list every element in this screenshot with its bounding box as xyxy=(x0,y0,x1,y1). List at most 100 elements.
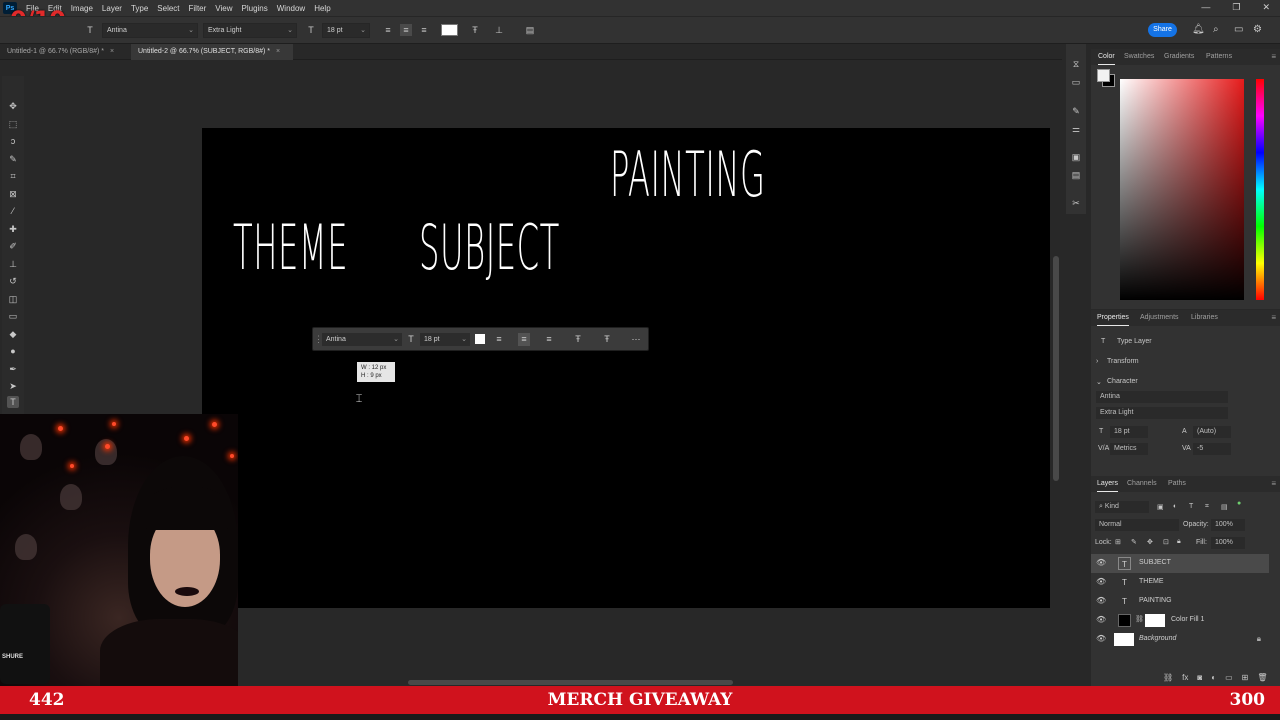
eraser-tool-icon[interactable]: ◫ xyxy=(7,293,19,305)
frame-tool-icon[interactable]: ⊠ xyxy=(7,188,19,200)
new-adjustment-icon[interactable]: ◐ xyxy=(1211,673,1216,682)
3d-icon[interactable]: ▤ xyxy=(524,24,536,36)
share-button[interactable]: Share xyxy=(1148,23,1177,37)
trash-icon[interactable]: 🗑︎ xyxy=(1257,673,1267,682)
filter-type-icon[interactable]: T xyxy=(1189,503,1193,510)
warp-text-icon[interactable]: Ŧ xyxy=(469,24,481,36)
color-picker-field[interactable] xyxy=(1120,79,1244,300)
menu-window[interactable]: Window xyxy=(277,4,305,13)
scroll-thumb[interactable] xyxy=(408,680,733,685)
character-section[interactable]: Character xyxy=(1107,378,1138,385)
blur-tool-icon[interactable]: ◆ xyxy=(7,328,19,340)
tab-untitled-2[interactable]: Untitled-2 @ 66.7% (SUBJECT, RGB/8#) * × xyxy=(131,44,293,60)
menu-image[interactable]: Image xyxy=(71,4,93,13)
type-options-icon[interactable]: Ŧ xyxy=(601,333,613,346)
menu-type[interactable]: Type xyxy=(131,4,148,13)
close-icon[interactable]: × xyxy=(110,48,114,55)
visibility-eye-icon[interactable]: 👁︎ xyxy=(1096,596,1106,605)
chevron-right-icon[interactable]: › xyxy=(1096,358,1098,365)
text-layer-painting[interactable]: PAINTING xyxy=(610,138,766,211)
history-brush-icon[interactable]: ↺ xyxy=(7,275,19,287)
path-select-icon[interactable]: ➤ xyxy=(7,380,19,392)
text-layer-theme[interactable]: THEME xyxy=(233,211,348,284)
text-layer-subject[interactable]: SUBJECT xyxy=(419,211,560,284)
menu-select[interactable]: Select xyxy=(157,4,179,13)
layer-background[interactable]: 👁︎ Background 🔒︎ xyxy=(1091,630,1269,649)
ctx-text-color-swatch[interactable] xyxy=(475,334,485,344)
quick-select-tool-icon[interactable]: ✎ xyxy=(7,153,19,165)
align-left-icon[interactable]: ≡ xyxy=(493,333,505,346)
hue-slider[interactable] xyxy=(1256,79,1264,300)
tab-swatches[interactable]: Swatches xyxy=(1124,49,1154,65)
prop-font-family-select[interactable]: Antina xyxy=(1096,391,1228,403)
layer-subject[interactable]: 👁︎ T SUBJECT xyxy=(1091,554,1269,573)
move-tool-icon[interactable]: ✥ xyxy=(7,100,19,112)
layer-painting[interactable]: 👁︎ T PAINTING xyxy=(1091,592,1269,611)
visibility-eye-icon[interactable]: 👁︎ xyxy=(1096,634,1106,643)
lock-position-icon[interactable]: ✥ xyxy=(1147,538,1153,546)
comments-icon[interactable]: ▭ xyxy=(1070,77,1082,89)
align-left-icon[interactable]: ≡ xyxy=(382,24,394,36)
tab-libraries[interactable]: Libraries xyxy=(1191,310,1218,326)
stamp-tool-icon[interactable]: ⊥ xyxy=(7,258,19,270)
glyphs-icon[interactable]: ▤ xyxy=(1070,170,1082,182)
visibility-eye-icon[interactable]: 👁︎ xyxy=(1096,577,1106,586)
lock-transparent-icon[interactable]: ⊞ xyxy=(1115,538,1121,546)
font-family-select[interactable]: Antina ⌄ xyxy=(102,23,198,38)
minimize-icon[interactable]: — xyxy=(1201,2,1210,13)
layer-color-fill-1[interactable]: 👁︎ ⛓ Color Fill 1 xyxy=(1091,611,1269,630)
healing-brush-icon[interactable]: ✚ xyxy=(7,223,19,235)
new-group-icon[interactable]: ▭ xyxy=(1225,673,1233,682)
crop-tool-icon[interactable]: ⌗ xyxy=(7,170,19,182)
fill-input[interactable]: 100% xyxy=(1211,537,1245,549)
layer-theme[interactable]: 👁︎ T THEME xyxy=(1091,573,1269,592)
filter-shape-icon[interactable]: ⌗ xyxy=(1205,503,1209,511)
blend-mode-select[interactable]: Normal xyxy=(1095,519,1179,531)
foreground-color-swatch[interactable] xyxy=(1097,69,1110,82)
visibility-eye-icon[interactable]: 👁︎ xyxy=(1096,615,1106,624)
menu-layer[interactable]: Layer xyxy=(102,4,122,13)
font-size-select[interactable]: 18 pt ⌄ xyxy=(322,23,370,38)
brush-settings-icon[interactable]: ✎ xyxy=(1070,106,1082,118)
tab-adjustments[interactable]: Adjustments xyxy=(1140,310,1179,326)
visibility-eye-icon[interactable]: 👁︎ xyxy=(1096,558,1106,567)
drag-handle-icon[interactable]: ⋮ xyxy=(314,333,323,346)
close-icon[interactable]: × xyxy=(276,48,280,55)
tab-gradients[interactable]: Gradients xyxy=(1164,49,1194,65)
adjustments-icon[interactable]: ⚌ xyxy=(1070,124,1082,136)
align-right-icon[interactable]: ≡ xyxy=(418,24,430,36)
align-right-icon[interactable]: ≡ xyxy=(543,333,555,346)
filter-smart-object-icon[interactable]: ▤ xyxy=(1221,503,1228,511)
tab-properties[interactable]: Properties xyxy=(1097,310,1129,326)
lasso-tool-icon[interactable]: ↄ xyxy=(7,135,19,147)
history-icon[interactable]: ⧖ xyxy=(1070,59,1082,71)
brush-tool-icon[interactable]: ✐ xyxy=(7,240,19,252)
add-mask-icon[interactable]: ◙ xyxy=(1197,673,1202,682)
fx-icon[interactable]: fx xyxy=(1182,673,1188,682)
text-color-swatch[interactable] xyxy=(441,24,458,36)
prop-font-style-select[interactable]: Extra Light xyxy=(1096,407,1228,419)
tab-layers[interactable]: Layers xyxy=(1097,476,1119,492)
link-layers-icon[interactable]: ⛓ xyxy=(1163,673,1173,682)
filter-adjustment-icon[interactable]: ◐ xyxy=(1173,503,1177,510)
align-center-icon[interactable]: ≡ xyxy=(400,24,412,36)
menu-view[interactable]: View xyxy=(215,4,232,13)
panel-menu-icon[interactable]: ≡ xyxy=(1271,52,1276,61)
font-style-select[interactable]: Extra Light ⌄ xyxy=(203,23,297,38)
menu-help[interactable]: Help xyxy=(314,4,330,13)
notifications-icon[interactable]: 🔔︎ xyxy=(1192,24,1205,35)
more-options-icon[interactable]: ⋯ xyxy=(630,333,642,346)
workspace-icon[interactable]: ▭ xyxy=(1234,24,1243,35)
prop-font-size-select[interactable]: 18 pt xyxy=(1110,426,1148,438)
restore-icon[interactable]: ❐ xyxy=(1232,2,1240,13)
filter-pixel-icon[interactable]: ▣ xyxy=(1157,503,1164,511)
paragraph-icon[interactable]: ▣ xyxy=(1070,152,1082,164)
settings-icon[interactable]: ⚙ xyxy=(1253,24,1262,35)
search-icon[interactable]: ⌕ xyxy=(1213,24,1219,35)
type-tool-preset-icon[interactable]: T xyxy=(84,24,96,36)
prop-leading-select[interactable]: (Auto) xyxy=(1193,426,1231,438)
close-icon[interactable]: ✕ xyxy=(1262,2,1270,13)
tab-untitled-1[interactable]: Untitled-1 @ 66.7% (RGB/8#) * × xyxy=(0,44,130,60)
menu-plugins[interactable]: Plugins xyxy=(242,4,268,13)
align-center-icon[interactable]: ≡ xyxy=(518,333,530,346)
